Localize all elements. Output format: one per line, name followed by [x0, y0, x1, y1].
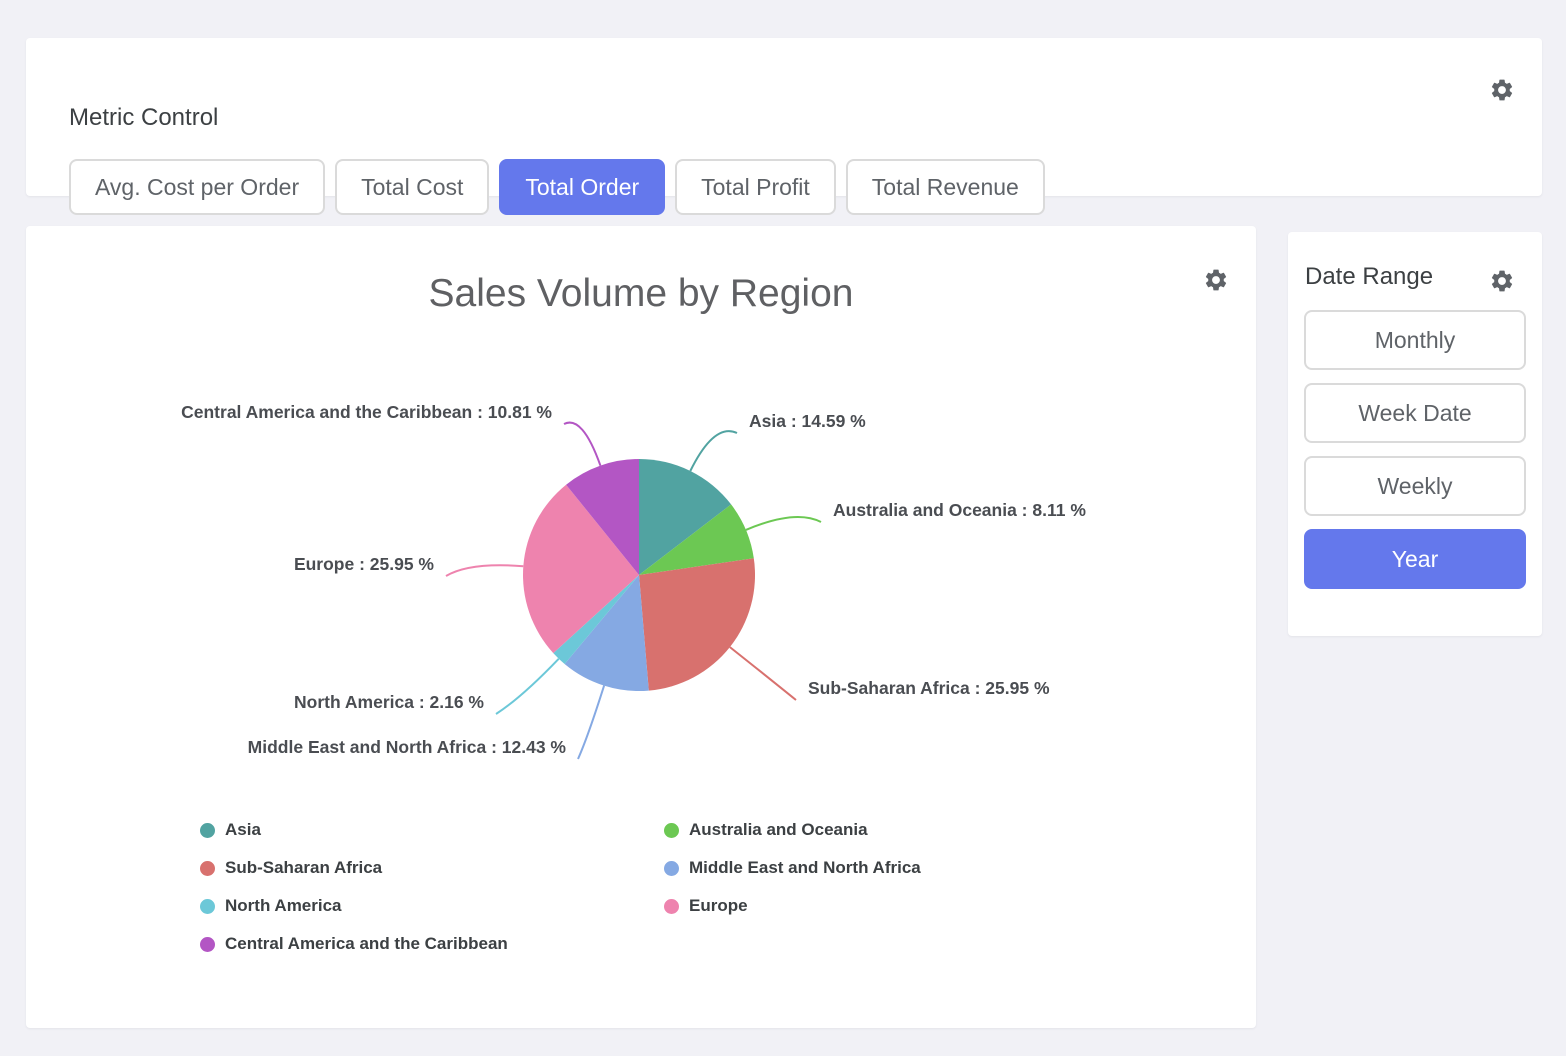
date-range-button-week-date[interactable]: Week Date: [1304, 383, 1526, 443]
leader-line-central-america-and-the-caribbean: [564, 423, 600, 466]
legend-label: Asia: [225, 820, 261, 840]
gear-icon: [1489, 77, 1515, 103]
legend-swatch-icon: [664, 861, 679, 876]
dashboard-page: Metric Control Avg. Cost per OrderTotal …: [0, 0, 1566, 1056]
pie-slice-sub-saharan-africa[interactable]: [639, 558, 755, 690]
leader-line-australia-and-oceania: [746, 517, 821, 530]
legend-item-asia[interactable]: Asia: [200, 818, 664, 842]
legend-swatch-icon: [664, 899, 679, 914]
legend-item-central-america-and-the-caribbean[interactable]: Central America and the Caribbean: [200, 932, 664, 956]
metric-control-panel: Metric Control Avg. Cost per OrderTotal …: [26, 38, 1542, 196]
legend-label: North America: [225, 896, 342, 916]
sales-volume-chart-panel: Sales Volume by Region Asia : 14.59 %Aus…: [26, 226, 1256, 1028]
date-range-button-monthly[interactable]: Monthly: [1304, 310, 1526, 370]
metric-button-group: Avg. Cost per OrderTotal CostTotal Order…: [69, 159, 1045, 215]
legend-item-sub-saharan-africa[interactable]: Sub-Saharan Africa: [200, 856, 664, 880]
chart-legend: Asia Australia and Oceania Sub-Saharan Afr…: [200, 818, 921, 956]
leader-line-europe: [446, 565, 523, 576]
legend-swatch-icon: [200, 899, 215, 914]
pie-label-asia: Asia : 14.59 %: [749, 411, 866, 431]
legend-swatch-icon: [200, 937, 215, 952]
legend-item-australia-and-oceania[interactable]: Australia and Oceania: [664, 818, 921, 842]
legend-label: Middle East and North Africa: [689, 858, 921, 878]
pie-label-north-america: North America : 2.16 %: [294, 692, 484, 712]
legend-label: Europe: [689, 896, 748, 916]
legend-label: Sub-Saharan Africa: [225, 858, 382, 878]
leader-line-asia: [690, 431, 737, 471]
pie-label-australia-and-oceania: Australia and Oceania : 8.11 %: [833, 500, 1086, 520]
pie-label-europe: Europe : 25.95 %: [294, 554, 434, 574]
metric-button-total-cost[interactable]: Total Cost: [335, 159, 489, 215]
legend-item-europe[interactable]: Europe: [664, 894, 921, 918]
leader-line-sub-saharan-africa: [730, 647, 796, 700]
date-range-title: Date Range: [1305, 263, 1433, 291]
pie-label-middle-east-and-north-africa: Middle East and North Africa : 12.43 %: [248, 737, 567, 757]
legend-item-north-america[interactable]: North America: [200, 894, 664, 918]
legend-swatch-icon: [200, 823, 215, 838]
metric-control-title: Metric Control: [69, 104, 218, 132]
metric-button-total-order[interactable]: Total Order: [499, 159, 665, 215]
legend-swatch-icon: [200, 861, 215, 876]
legend-label: Australia and Oceania: [689, 820, 868, 840]
date-range-button-weekly[interactable]: Weekly: [1304, 456, 1526, 516]
metric-button-avg-cost-per-order[interactable]: Avg. Cost per Order: [69, 159, 325, 215]
metric-button-total-profit[interactable]: Total Profit: [675, 159, 836, 215]
metric-settings-gear-icon[interactable]: [1489, 77, 1515, 103]
pie-label-sub-saharan-africa: Sub-Saharan Africa : 25.95 %: [808, 678, 1050, 698]
date-range-button-group: Monthly Week Date Weekly Year: [1304, 310, 1526, 589]
legend-swatch-icon: [664, 823, 679, 838]
gear-icon: [1489, 268, 1515, 294]
date-range-button-year[interactable]: Year: [1304, 529, 1526, 589]
leader-line-north-america: [496, 659, 559, 714]
leader-line-middle-east-and-north-africa: [578, 686, 604, 759]
date-range-panel: Date Range Monthly Week Date Weekly Year: [1288, 232, 1542, 636]
date-range-settings-gear-icon[interactable]: [1489, 268, 1515, 294]
pie-label-central-america-and-the-caribbean: Central America and the Caribbean : 10.8…: [181, 402, 552, 422]
metric-button-total-revenue[interactable]: Total Revenue: [846, 159, 1045, 215]
legend-item-middle-east-and-north-africa[interactable]: Middle East and North Africa: [664, 856, 921, 880]
legend-label: Central America and the Caribbean: [225, 934, 508, 954]
